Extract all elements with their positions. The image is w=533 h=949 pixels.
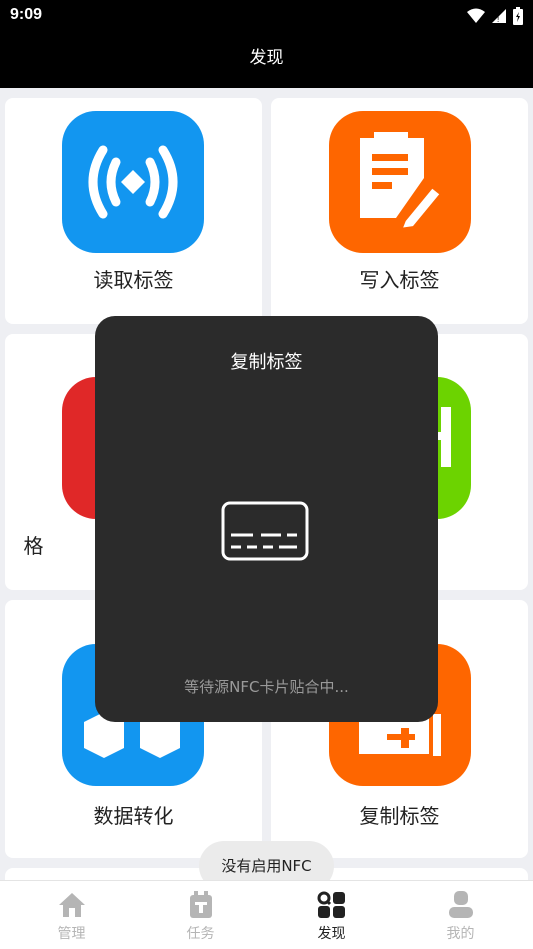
- page-title: 发现: [249, 48, 284, 68]
- status-time: 9:09: [10, 6, 43, 23]
- write-edit-icon: [329, 111, 471, 253]
- nav-label: 发现: [317, 926, 346, 942]
- page-header: 发现: [0, 32, 533, 88]
- nav-item-manage[interactable]: 管理: [5, 881, 138, 949]
- signal-icon: !: [492, 9, 506, 24]
- status-bar: 9:09 !: [0, 0, 533, 32]
- task-icon: [190, 891, 212, 918]
- card-write-tag[interactable]: 写入标签: [271, 98, 528, 324]
- nav-item-profile[interactable]: 我的: [394, 881, 527, 949]
- nav-label: 任务: [186, 926, 215, 942]
- card-read-tag[interactable]: 读取标签: [5, 98, 262, 324]
- dialog-title: 复制标签: [230, 352, 303, 373]
- card-label: 数据转化: [93, 804, 174, 828]
- discover-icon: [317, 891, 345, 918]
- profile-icon: [449, 891, 473, 918]
- svg-text:!: !: [497, 15, 499, 24]
- nav-label: 我的: [446, 926, 475, 942]
- nfc-read-icon: [62, 111, 204, 253]
- card-label: 读取标签: [93, 268, 174, 292]
- wifi-icon: [467, 8, 485, 23]
- home-icon: [59, 893, 85, 917]
- card-label: 复制标签: [359, 804, 440, 828]
- nav-item-discover[interactable]: 发现: [265, 881, 398, 949]
- bottom-nav: 管理 任务 发现 我的: [0, 880, 533, 949]
- card-icon: [221, 501, 309, 561]
- card-label: 写入标签: [359, 268, 440, 292]
- copy-tag-dialog[interactable]: 复制标签 等待源NFC卡片贴合中...: [95, 316, 438, 722]
- status-icons: !: [467, 6, 523, 26]
- nav-item-task[interactable]: 任务: [134, 881, 267, 949]
- nav-label: 管理: [57, 926, 86, 942]
- battery-icon: [513, 7, 523, 25]
- dialog-status-text: 等待源NFC卡片贴合中...: [184, 678, 349, 696]
